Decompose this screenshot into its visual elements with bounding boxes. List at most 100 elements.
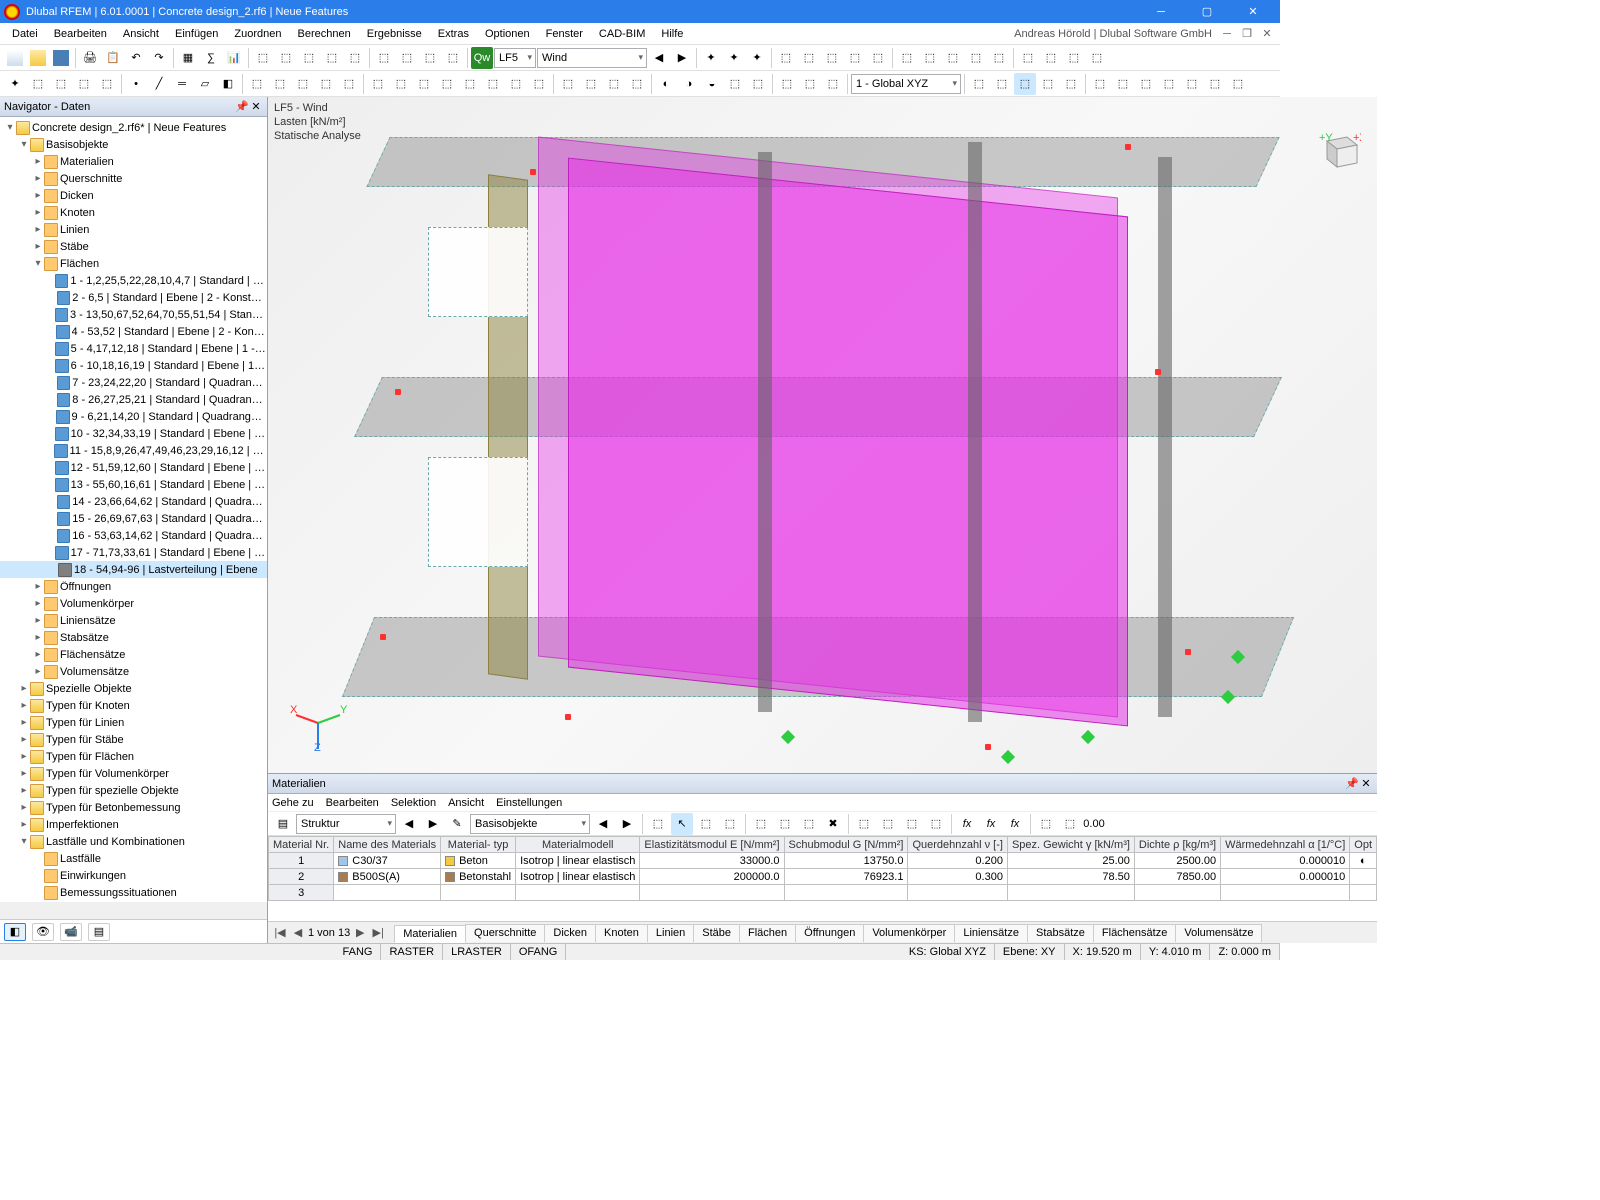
t2-k1[interactable]: ⬚ — [1089, 73, 1111, 95]
tree-item[interactable]: ▾Concrete design_2.rf6* | Neue Features — [0, 119, 267, 136]
mt-fx3-button[interactable]: fx — [1004, 813, 1026, 835]
tbtn-a[interactable]: ⬚ — [252, 47, 274, 69]
tbtn-v11[interactable]: ⬚ — [942, 47, 964, 69]
t2-c[interactable]: ⬚ — [50, 73, 72, 95]
t2-k6[interactable]: ⬚ — [1204, 73, 1226, 95]
table-tab[interactable]: Liniensätze — [954, 924, 1028, 942]
tbtn-v7[interactable]: ⬚ — [844, 47, 866, 69]
tbtn-b[interactable]: ⬚ — [275, 47, 297, 69]
print-button[interactable]: 🖨 — [79, 47, 101, 69]
t2-f1[interactable]: ⬚ — [246, 73, 268, 95]
t2-g7[interactable]: ⬚ — [505, 73, 527, 95]
tree-item[interactable]: 14 - 23,66,64,62 | Standard | Quadrangel — [0, 493, 267, 510]
tree-item[interactable]: Einwirkungen — [0, 867, 267, 884]
status-raster[interactable]: RASTER — [381, 944, 443, 960]
mt-next2-button[interactable]: ▶ — [616, 813, 638, 835]
t2-iso[interactable]: ⬚ — [747, 73, 769, 95]
t2-view1[interactable]: ◐ — [655, 73, 677, 95]
menu-datei[interactable]: Datei — [4, 26, 46, 42]
t2-k5[interactable]: ⬚ — [1181, 73, 1203, 95]
tree-item[interactable]: ▸Stabsätze — [0, 629, 267, 646]
menu-extras[interactable]: Extras — [430, 26, 477, 42]
table-row[interactable]: 2B500S(A)BetonstahlIsotrop | linear elas… — [269, 869, 1377, 885]
mt-prev-button[interactable]: ◀ — [398, 813, 420, 835]
t2-g5[interactable]: ⬚ — [459, 73, 481, 95]
close-button[interactable]: ✕ — [1230, 0, 1276, 23]
t2-j4[interactable]: ⬚ — [1060, 73, 1082, 95]
tbtn-i[interactable]: ⬚ — [442, 47, 464, 69]
t2-h2[interactable]: ⬚ — [580, 73, 602, 95]
status-ofang[interactable]: OFANG — [511, 944, 567, 960]
table-row[interactable]: 3 — [269, 885, 1377, 901]
t2-k2[interactable]: ⬚ — [1112, 73, 1134, 95]
t2-surf[interactable]: ▱ — [194, 73, 216, 95]
t2-k7[interactable]: ⬚ — [1227, 73, 1249, 95]
t2-h1[interactable]: ⬚ — [557, 73, 579, 95]
tbtn-v10[interactable]: ⬚ — [919, 47, 941, 69]
copy-button[interactable]: 📋 — [102, 47, 124, 69]
mt-t1[interactable]: ⬚ — [647, 813, 669, 835]
t2-g8[interactable]: ⬚ — [528, 73, 550, 95]
t2-h3[interactable]: ⬚ — [603, 73, 625, 95]
rec-prev-button[interactable]: ◀ — [290, 926, 306, 939]
t2-member[interactable]: ═ — [171, 73, 193, 95]
pin-icon[interactable]: 📌 — [235, 100, 249, 113]
table-tab[interactable]: Stabsätze — [1027, 924, 1094, 942]
tree-item[interactable]: ▸Typen für Linien — [0, 714, 267, 731]
status-fang[interactable]: FANG — [335, 944, 382, 960]
menu-einfuegen[interactable]: Einfügen — [167, 26, 226, 42]
t2-f2[interactable]: ⬚ — [269, 73, 291, 95]
tree-item[interactable]: ▸Linien — [0, 221, 267, 238]
mt-t4[interactable]: ⬚ — [750, 813, 772, 835]
t2-f5[interactable]: ⬚ — [338, 73, 360, 95]
mt-t9[interactable]: ⬚ — [901, 813, 923, 835]
menu-hilfe[interactable]: Hilfe — [653, 26, 691, 42]
t2-i2[interactable]: ⬚ — [799, 73, 821, 95]
grid-button[interactable]: ▦ — [177, 47, 199, 69]
t2-view3[interactable]: ◒ — [701, 73, 723, 95]
3d-viewport[interactable]: LF5 - Wind Lasten [kN/m²] Statische Anal… — [268, 97, 1377, 773]
mt-t5[interactable]: ⬚ — [774, 813, 796, 835]
table-tab[interactable]: Flächen — [739, 924, 796, 942]
tree-item[interactable]: 4 - 53,52 | Standard | Ebene | 2 - Konst… — [0, 323, 267, 340]
tree-item[interactable]: ▸Typen für Flächen — [0, 748, 267, 765]
tree-item[interactable]: Lastfälle — [0, 850, 267, 867]
open-button[interactable] — [27, 47, 49, 69]
table-tab[interactable]: Materialien — [394, 925, 466, 943]
t2-f3[interactable]: ⬚ — [292, 73, 314, 95]
t2-j2[interactable]: ⬚ — [991, 73, 1013, 95]
lf-prev-button[interactable]: ◀ — [648, 47, 670, 69]
materials-pin-icon[interactable]: 📌 — [1345, 777, 1359, 790]
tbtn-e[interactable]: ⬚ — [344, 47, 366, 69]
tree-item[interactable]: ▸Liniensätze — [0, 612, 267, 629]
t2-g6[interactable]: ⬚ — [482, 73, 504, 95]
t2-render-toggle[interactable]: ⬚ — [1014, 73, 1036, 95]
tree-item[interactable]: 1 - 1,2,25,5,22,28,10,4,7 | Standard | E… — [0, 272, 267, 289]
mt-fx2-button[interactable]: fx — [980, 813, 1002, 835]
navtab-views-icon[interactable]: 📹 — [60, 923, 82, 941]
mdi-restore-button[interactable]: ❐ — [1238, 25, 1256, 43]
t2-h4[interactable]: ⬚ — [626, 73, 648, 95]
t2-a[interactable]: ✦ — [4, 73, 26, 95]
tbtn-v14[interactable]: ⬚ — [1017, 47, 1039, 69]
tree-item[interactable]: ▸Querschnitte — [0, 170, 267, 187]
table-tab[interactable]: Querschnitte — [465, 924, 545, 942]
navigator-tree[interactable]: ▾Concrete design_2.rf6* | Neue Features▾… — [0, 117, 267, 902]
table-tab[interactable]: Stäbe — [693, 924, 740, 942]
mt-precision-button[interactable]: 0.00 — [1083, 813, 1105, 835]
tree-item[interactable]: 9 - 6,21,14,20 | Standard | Quadrangel |… — [0, 408, 267, 425]
tree-item[interactable]: 16 - 53,63,14,62 | Standard | Quadrangel — [0, 527, 267, 544]
tree-item[interactable]: 8 - 26,27,25,21 | Standard | Quadrangel … — [0, 391, 267, 408]
tbtn-v6[interactable]: ⬚ — [821, 47, 843, 69]
tree-item[interactable]: 13 - 55,60,16,61 | Standard | Ebene | 1 … — [0, 476, 267, 493]
rec-last-button[interactable]: ▶| — [370, 926, 386, 939]
mt-basis-icon[interactable]: ✎ — [446, 813, 468, 835]
tree-item[interactable]: ▸Spezielle Objekte — [0, 680, 267, 697]
mt-next-button[interactable]: ▶ — [422, 813, 444, 835]
table-tab[interactable]: Dicken — [544, 924, 596, 942]
mt-prev2-button[interactable]: ◀ — [592, 813, 614, 835]
tree-item[interactable]: 15 - 26,69,67,63 | Standard | Quadrangel — [0, 510, 267, 527]
tbtn-g[interactable]: ⬚ — [396, 47, 418, 69]
coordsys-dropdown[interactable]: 1 - Global XYZ — [851, 74, 961, 94]
mdi-close-button[interactable]: ✕ — [1258, 25, 1276, 43]
